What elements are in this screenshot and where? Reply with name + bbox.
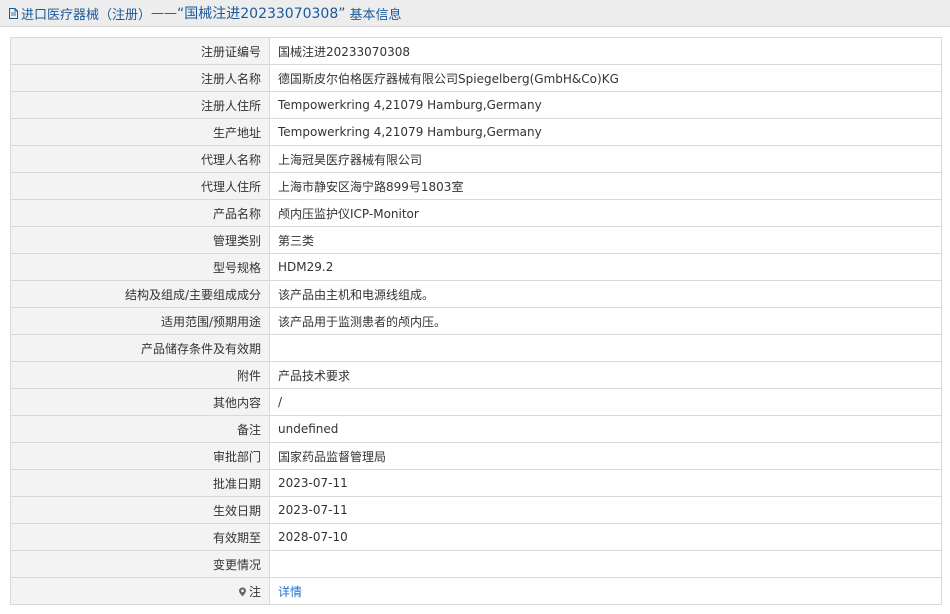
table-row: 备注 undefined [10, 415, 942, 443]
details-link[interactable]: 详情 [278, 585, 302, 599]
page-title: 进口医疗器械（注册） —— “国械注进20233070308” 基本信息 [0, 0, 950, 27]
table-row: 适用范围/预期用途 该产品用于监测患者的颅内压。 [10, 307, 942, 335]
row-value: Tempowerkring 4,21079 Hamburg,Germany [269, 91, 942, 119]
row-label: 管理类别 [10, 226, 270, 254]
table-row: 管理类别 第三类 [10, 226, 942, 254]
table-row: 审批部门 国家药品监督管理局 [10, 442, 942, 470]
row-label: 适用范围/预期用途 [10, 307, 270, 335]
row-label: 注册人住所 [10, 91, 270, 119]
row-label: 其他内容 [10, 388, 270, 416]
page-title-category: 进口医疗器械（注册） [21, 7, 152, 23]
row-label-note: 注 [10, 577, 270, 605]
registration-info-table: 注册证编号 国械注进20233070308 注册人名称 德国斯皮尔伯格医疗器械有限公司… [10, 37, 942, 605]
row-label: 注册证编号 [10, 37, 270, 65]
page-title-suffix: 基本信息 [349, 7, 402, 23]
table-row: 代理人名称 上海冠昊医疗器械有限公司 [10, 145, 942, 173]
table-row: 生产地址 Tempowerkring 4,21079 Hamburg,German… [10, 118, 942, 146]
table-row: 注册人住所 Tempowerkring 4,21079 Hamburg,Germa… [10, 91, 942, 119]
note-label: 注 [248, 584, 261, 599]
row-value: 上海冠昊医疗器械有限公司 [269, 145, 942, 173]
table-row: 其他内容 / [10, 388, 942, 416]
row-value: 国家药品监督管理局 [269, 442, 942, 470]
row-value: 德国斯皮尔伯格医疗器械有限公司Spiegelberg(GmbH&Co)KG [269, 64, 942, 92]
table-row-note: 注 详情 [10, 577, 942, 605]
row-value: 颅内压监护仪ICP-Monitor [269, 199, 942, 227]
page-title-separator: —— [151, 5, 178, 21]
map-pin-icon [238, 586, 247, 596]
table-row: 代理人住所 上海市静安区海宁路899号1803室 [10, 172, 942, 200]
row-label: 批准日期 [10, 469, 270, 497]
row-value: 产品技术要求 [269, 361, 942, 389]
row-label: 代理人名称 [10, 145, 270, 173]
row-label: 生效日期 [10, 496, 270, 524]
row-value-note: 详情 [269, 577, 942, 605]
row-label: 型号规格 [10, 253, 270, 281]
row-value [269, 550, 942, 578]
row-label: 代理人住所 [10, 172, 270, 200]
row-value: 该产品由主机和电源线组成。 [269, 280, 942, 308]
row-label: 产品名称 [10, 199, 270, 227]
row-value: 国械注进20233070308 [269, 37, 942, 65]
table-row: 注册证编号 国械注进20233070308 [10, 37, 942, 65]
table-row: 批准日期 2023-07-11 [10, 469, 942, 497]
row-value: 2023-07-11 [269, 496, 942, 524]
row-value: 该产品用于监测患者的颅内压。 [269, 307, 942, 335]
row-label: 注册人名称 [10, 64, 270, 92]
table-row: 生效日期 2023-07-11 [10, 496, 942, 524]
row-label: 变更情况 [10, 550, 270, 578]
table-row: 附件 产品技术要求 [10, 361, 942, 389]
row-value: 第三类 [269, 226, 942, 254]
table-row: 产品名称 颅内压监护仪ICP-Monitor [10, 199, 942, 227]
table-row: 型号规格 HDM29.2 [10, 253, 942, 281]
row-label: 结构及组成/主要组成成分 [10, 280, 270, 308]
row-label: 产品储存条件及有效期 [10, 334, 270, 362]
row-value: Tempowerkring 4,21079 Hamburg,Germany [269, 118, 942, 146]
row-value: HDM29.2 [269, 253, 942, 281]
document-icon [9, 7, 18, 19]
page-title-reg-no: “国械注进20233070308” [177, 6, 346, 22]
table-row: 结构及组成/主要组成成分 该产品由主机和电源线组成。 [10, 280, 942, 308]
row-label: 有效期至 [10, 523, 270, 551]
row-value: undefined [269, 415, 942, 443]
row-label: 备注 [10, 415, 270, 443]
table-row: 变更情况 [10, 550, 942, 578]
registration-info-body: 注册证编号 国械注进20233070308 注册人名称 德国斯皮尔伯格医疗器械有限公司… [10, 37, 942, 578]
row-value: / [269, 388, 942, 416]
row-value: 上海市静安区海宁路899号1803室 [269, 172, 942, 200]
row-value [269, 334, 942, 362]
row-label: 生产地址 [10, 118, 270, 146]
table-row: 产品储存条件及有效期 [10, 334, 942, 362]
row-label: 审批部门 [10, 442, 270, 470]
row-value: 2028-07-10 [269, 523, 942, 551]
table-row: 注册人名称 德国斯皮尔伯格医疗器械有限公司Spiegelberg(GmbH&Co)… [10, 64, 942, 92]
row-label: 附件 [10, 361, 270, 389]
table-row: 有效期至 2028-07-10 [10, 523, 942, 551]
row-value: 2023-07-11 [269, 469, 942, 497]
